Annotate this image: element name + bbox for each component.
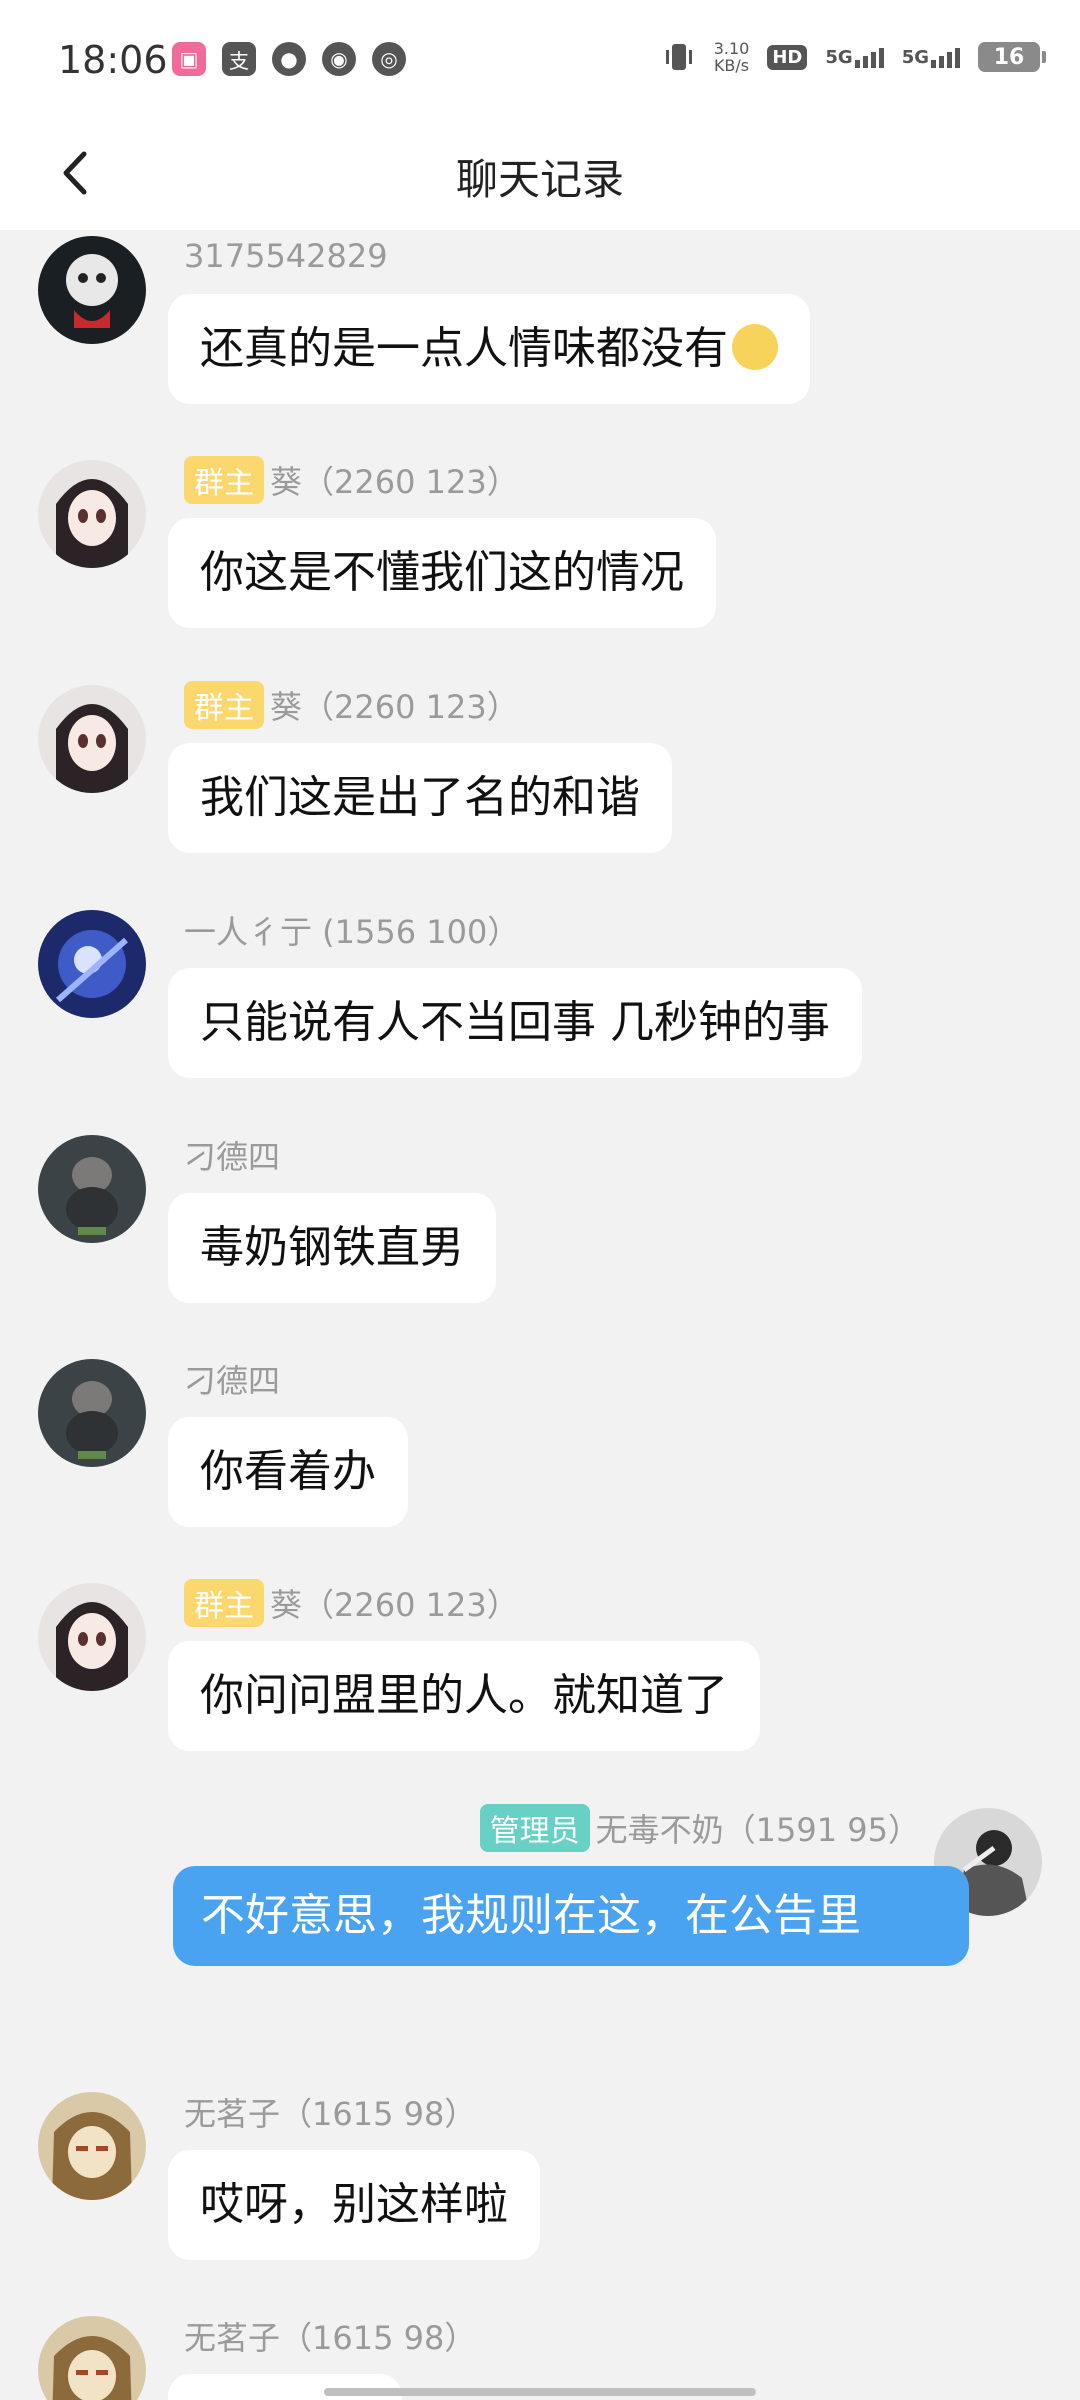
- message-icon: ●: [272, 42, 306, 76]
- net-speed-unit: KB/s: [713, 56, 750, 75]
- message-text: 哎呀，别这样啦: [200, 2179, 508, 2230]
- message-text: 你问问盟里的人。就知道了: [200, 1670, 728, 1721]
- sender-name: 无毒不奶（1591 95）: [595, 1811, 920, 1849]
- battery-icon: 16: [978, 42, 1046, 72]
- message-bubble[interactable]: 我们这是出了名的和谐: [168, 743, 672, 853]
- net-speed: 3.10 KB/s: [714, 40, 750, 74]
- avatar[interactable]: [38, 2316, 146, 2400]
- message-bubble[interactable]: 只能说有人不当回事 几秒钟的事: [168, 968, 862, 1078]
- message-text: 只能说有人不当回事 几秒钟的事: [200, 997, 830, 1048]
- message-text: 毒奶钢铁直男: [200, 1222, 464, 1273]
- sender-name: 刁德四: [184, 1362, 281, 1400]
- signal-icon: 5G: [902, 47, 960, 68]
- weibo-icon: ◎: [372, 42, 406, 76]
- sender-row: 管理员 无毒不奶（1591 95）: [479, 1804, 920, 1852]
- sender-name: 无茗子（1615 98）: [184, 2095, 477, 2133]
- sender-name: 一人彳亍 (1556 100）: [184, 913, 520, 951]
- avatar[interactable]: [38, 1359, 146, 1467]
- admin-badge: 管理员: [479, 1804, 590, 1852]
- message-text: 我们这是出了名的和谐: [200, 772, 640, 823]
- signal-icon: 5G: [825, 46, 884, 68]
- app-notification-icon: ▣: [172, 42, 206, 76]
- header: 聊天记录: [0, 120, 1080, 230]
- notification-icons: ▣ 支 ● ◉ ◎: [172, 42, 406, 76]
- message-bubble[interactable]: 你问问盟里的人。就知道了: [168, 1641, 760, 1751]
- sender-row: 群主 葵（2260 123）: [184, 456, 519, 504]
- message-text: 不好意思，我规则在这，在公告里: [201, 1890, 861, 1941]
- message-bubble[interactable]: 哎呀，别这样啦: [168, 2150, 540, 2260]
- net-speed-value: 3.10: [713, 39, 750, 58]
- sender-row: 无茗子（1615 98）: [184, 2314, 476, 2358]
- avatar[interactable]: [38, 910, 146, 1018]
- app-notification-icon: 支: [222, 42, 256, 76]
- system-status: 3.10 KB/s HD 5G 5G 16: [662, 40, 1046, 74]
- network-type: 5G: [901, 46, 929, 68]
- message-bubble[interactable]: 你这是不懂我们这的情况: [168, 518, 716, 628]
- message-text: 你看着办: [200, 1446, 376, 1497]
- sender-name: 无茗子（1615 98）: [184, 2319, 477, 2357]
- sender-row: 3175542829: [184, 234, 388, 278]
- avatar[interactable]: [38, 460, 146, 568]
- status-time: 18:06: [58, 38, 168, 82]
- message-bubble[interactable]: 毒奶钢铁直男: [168, 1193, 496, 1303]
- avatar[interactable]: [38, 1135, 146, 1243]
- app-notification-icon: ◉: [322, 42, 356, 76]
- network-type: 5G: [825, 46, 853, 68]
- hd-icon: HD: [767, 44, 808, 70]
- sender-row: 刁德四: [184, 1133, 280, 1177]
- owner-badge: 群主: [184, 456, 264, 504]
- message-bubble[interactable]: 你看着办: [168, 1417, 408, 1527]
- status-bar: 18:06 ▣ 支 ● ◉ ◎ 3.10 KB/s HD 5G 5G 16: [0, 0, 1080, 120]
- sender-row: 无茗子（1615 98）: [184, 2090, 476, 2134]
- message-bubble[interactable]: [168, 2374, 402, 2400]
- message-text: 你这是不懂我们这的情况: [200, 547, 684, 598]
- avatar[interactable]: [38, 236, 146, 344]
- message-text: 还真的是一点人情味都没有: [200, 323, 728, 374]
- sender-name: 葵（2260 123）: [270, 688, 519, 726]
- sender-name: 刁德四: [184, 1138, 281, 1176]
- avatar[interactable]: [38, 1583, 146, 1691]
- sender-row: 群主 葵（2260 123）: [184, 1579, 519, 1627]
- message-bubble-self[interactable]: 不好意思，我规则在这，在公告里: [173, 1866, 969, 1966]
- sender-name: 3175542829: [184, 237, 388, 275]
- owner-badge: 群主: [184, 681, 264, 729]
- sender-row: 刁德四: [184, 1357, 280, 1401]
- battery-level: 16: [993, 44, 1025, 70]
- page-title: 聊天记录: [455, 155, 624, 204]
- smirk-emoji-icon: [732, 324, 778, 370]
- sender-name: 葵（2260 123）: [270, 463, 519, 501]
- home-indicator[interactable]: [324, 2388, 756, 2396]
- vibrate-icon: [665, 44, 692, 70]
- sender-row: 群主 葵（2260 123）: [184, 681, 519, 729]
- sender-row: 一人彳亍 (1556 100）: [184, 908, 519, 952]
- message-bubble[interactable]: 还真的是一点人情味都没有: [168, 294, 810, 404]
- sender-name: 葵（2260 123）: [270, 1586, 519, 1624]
- avatar[interactable]: [38, 2092, 146, 2200]
- chat-history[interactable]: 3175542829 还真的是一点人情味都没有 群主 葵（2260 123） 你…: [0, 230, 1080, 2400]
- avatar[interactable]: [38, 685, 146, 793]
- owner-badge: 群主: [184, 1579, 264, 1627]
